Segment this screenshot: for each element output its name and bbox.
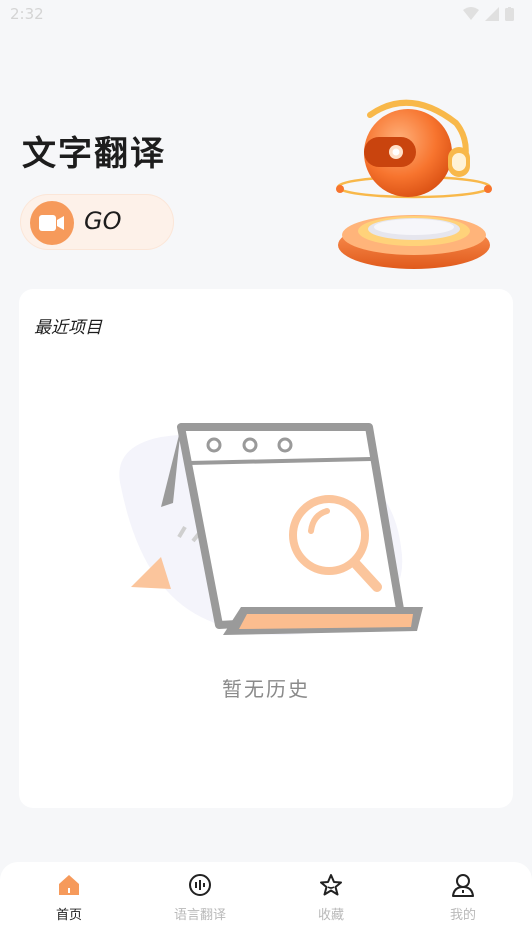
tab-home[interactable]: 首页 <box>24 872 114 934</box>
go-button[interactable]: GO <box>20 194 174 250</box>
tab-favorites-label: 收藏 <box>317 908 344 923</box>
tab-language-translate-label: 语言翻译 <box>173 908 226 923</box>
tab-favorites[interactable]: 收藏 <box>286 872 376 934</box>
recent-items-card: 最近项目 暂无历史 <box>19 289 513 808</box>
home-icon <box>59 875 79 895</box>
tab-profile[interactable]: 我的 <box>418 872 508 934</box>
page-title: 文字翻译 <box>22 134 166 174</box>
recent-items-title: 最近项目 <box>34 318 102 338</box>
video-camera-icon <box>30 201 74 245</box>
robot-mascot-illustration <box>336 99 492 269</box>
status-time: 2:32 <box>10 5 44 23</box>
empty-history-text: 暂无历史 <box>222 677 310 701</box>
bottom-tab-bar: 首页 语言翻译 收藏 我的 <box>0 862 532 946</box>
status-bar: 2:32 <box>0 0 532 30</box>
tab-home-label: 首页 <box>55 908 82 923</box>
voice-icon <box>189 874 211 896</box>
tab-profile-label: 我的 <box>449 908 476 923</box>
battery-icon <box>505 7 514 21</box>
star-icon <box>320 874 342 896</box>
user-icon <box>452 874 474 897</box>
wifi-icon <box>463 7 479 20</box>
empty-history-illustration <box>119 423 423 635</box>
signal-icon <box>485 7 499 21</box>
tab-language-translate[interactable]: 语言翻译 <box>155 872 245 934</box>
status-icons <box>463 7 514 21</box>
go-button-label: GO <box>84 207 122 235</box>
